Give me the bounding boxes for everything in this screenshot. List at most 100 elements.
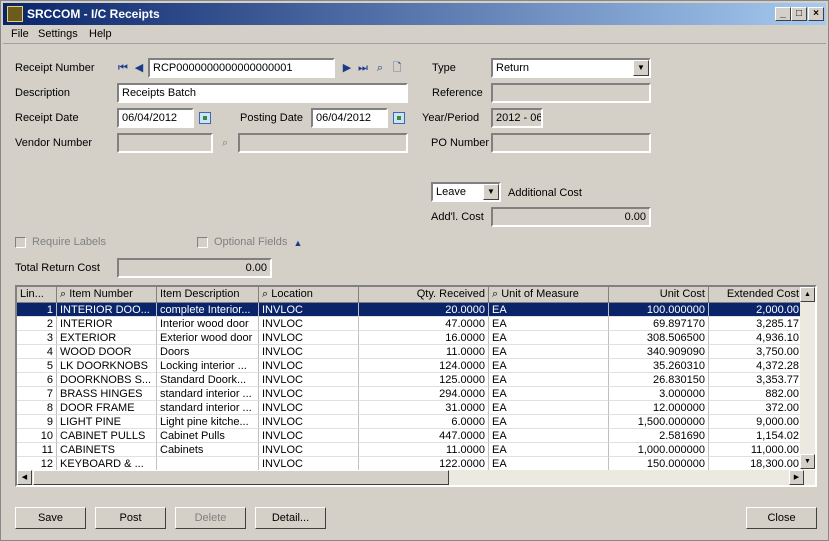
table-cell[interactable]: 125.0000 — [359, 373, 489, 387]
expand-up-icon[interactable]: ▲ — [291, 236, 305, 250]
table-cell[interactable]: 6 — [17, 373, 57, 387]
minimize-button[interactable]: _ — [775, 7, 791, 21]
delete-button[interactable]: Delete — [175, 507, 246, 529]
table-row[interactable]: 1 INTERIOR DOO... complete Interior... INVL… — [17, 303, 803, 317]
table-cell[interactable]: complete Interior... — [157, 303, 259, 317]
table-cell[interactable]: 308.506500 — [609, 331, 709, 345]
table-cell[interactable]: EA — [489, 359, 609, 373]
receipt-date-field[interactable]: 06/04/2012 — [117, 108, 194, 128]
table-cell[interactable]: standard interior ... — [157, 387, 259, 401]
optional-fields-checkbox[interactable] — [197, 237, 208, 248]
table-cell[interactable]: EA — [489, 345, 609, 359]
table-cell[interactable]: INVLOC — [259, 429, 359, 443]
detail-button[interactable]: Detail... — [255, 507, 326, 529]
table-cell[interactable]: 1,500.000000 — [609, 415, 709, 429]
table-cell[interactable]: INVLOC — [259, 401, 359, 415]
save-button[interactable]: Save — [15, 507, 86, 529]
table-cell[interactable]: 2.581690 — [609, 429, 709, 443]
close-window-button[interactable]: × — [808, 7, 824, 21]
calendar-icon[interactable] — [393, 112, 405, 124]
table-cell[interactable] — [157, 457, 259, 471]
table-row[interactable]: 2 INTERIOR Interior wood door INVLOC 47.0000… — [17, 317, 803, 331]
table-cell[interactable]: 9 — [17, 415, 57, 429]
table-cell[interactable]: EA — [489, 331, 609, 345]
description-field[interactable]: Receipts Batch — [117, 83, 408, 103]
table-cell[interactable]: 372.00 — [709, 401, 803, 415]
next-record-icon[interactable]: ▶ — [340, 61, 354, 75]
table-row[interactable]: 4 WOOD DOOR Doors INVLOC 11.0000 EA 340.909090… — [17, 345, 803, 359]
table-cell[interactable]: KEYBOARD & ... — [57, 457, 157, 471]
scroll-down-icon[interactable]: ▼ — [800, 454, 815, 469]
table-cell[interactable]: INVLOC — [259, 345, 359, 359]
table-cell[interactable]: BRASS HINGES — [57, 387, 157, 401]
table-cell[interactable]: 12.000000 — [609, 401, 709, 415]
table-row[interactable]: 7 BRASS HINGES standard interior ... INVLOC… — [17, 387, 803, 401]
table-cell[interactable]: 47.0000 — [359, 317, 489, 331]
horizontal-scrollbar[interactable]: ◀ ▶ — [17, 470, 815, 485]
table-cell[interactable]: 124.0000 — [359, 359, 489, 373]
scroll-right-icon[interactable]: ▶ — [789, 470, 804, 485]
receipt-detail-grid[interactable]: Lin... ⌕ Item Number Item Description ⌕ … — [15, 285, 817, 487]
table-cell[interactable]: EA — [489, 415, 609, 429]
table-cell[interactable]: INTERIOR DOO... — [57, 303, 157, 317]
table-cell[interactable]: 69.897170 — [609, 317, 709, 331]
table-cell[interactable]: 882.00 — [709, 387, 803, 401]
table-cell[interactable]: 1,000.000000 — [609, 443, 709, 457]
table-row[interactable]: 5 LK DOORKNOBS Locking interior ... INVLOC 1… — [17, 359, 803, 373]
table-row[interactable]: 3 EXTERIOR Exterior wood door INVLOC 16.0000… — [17, 331, 803, 345]
table-cell[interactable]: 5 — [17, 359, 57, 373]
last-record-icon[interactable]: ⏭ — [356, 61, 370, 75]
table-cell[interactable]: 10 — [17, 429, 57, 443]
column-header-item-number[interactable]: ⌕ Item Number — [57, 287, 157, 303]
reference-field[interactable] — [491, 83, 651, 103]
receipt-number-field[interactable]: RCP0000000000000000001 — [148, 58, 335, 78]
table-cell[interactable]: 100.000000 — [609, 303, 709, 317]
table-cell[interactable]: EA — [489, 457, 609, 471]
maximize-button[interactable]: □ — [791, 7, 807, 21]
finder-search-icon[interactable]: ⌕ — [373, 61, 387, 75]
additional-cost-select[interactable]: Leave ▼ — [431, 182, 501, 202]
posting-date-field[interactable]: 06/04/2012 — [311, 108, 388, 128]
table-cell[interactable]: standard interior ... — [157, 401, 259, 415]
menu-settings[interactable]: Settings — [38, 28, 78, 40]
table-cell[interactable]: INVLOC — [259, 359, 359, 373]
table-cell[interactable]: DOOR FRAME — [57, 401, 157, 415]
calendar-icon[interactable] — [199, 112, 211, 124]
table-cell[interactable]: 12 — [17, 457, 57, 471]
column-header[interactable]: Extended Cost — [709, 287, 803, 303]
table-cell[interactable]: 6.0000 — [359, 415, 489, 429]
menu-file[interactable]: File — [11, 28, 29, 40]
post-button[interactable]: Post — [95, 507, 166, 529]
table-cell[interactable]: 3 — [17, 331, 57, 345]
table-cell[interactable]: INVLOC — [259, 373, 359, 387]
column-header[interactable]: Unit Cost — [609, 287, 709, 303]
vertical-scrollbar[interactable]: ▲ ▼ — [800, 287, 815, 469]
column-header-location[interactable]: ⌕ Location — [259, 287, 359, 303]
table-cell[interactable]: 4 — [17, 345, 57, 359]
table-cell[interactable]: EA — [489, 443, 609, 457]
table-cell[interactable]: LK DOORKNOBS — [57, 359, 157, 373]
type-select[interactable]: Return ▼ — [491, 58, 651, 78]
new-document-icon[interactable]: 🗋 — [390, 61, 404, 75]
table-cell[interactable]: 122.0000 — [359, 457, 489, 471]
table-cell[interactable]: CABINETS — [57, 443, 157, 457]
table-cell[interactable]: LIGHT PINE — [57, 415, 157, 429]
table-cell[interactable]: 9,000.00 — [709, 415, 803, 429]
table-cell[interactable]: 3,750.00 — [709, 345, 803, 359]
table-row[interactable]: 10 CABINET PULLS Cabinet Pulls INVLOC 447.00… — [17, 429, 803, 443]
table-cell[interactable]: Exterior wood door — [157, 331, 259, 345]
table-cell[interactable]: EA — [489, 429, 609, 443]
scroll-left-icon[interactable]: ◀ — [17, 470, 32, 485]
table-cell[interactable]: 3,285.17 — [709, 317, 803, 331]
po-number-field[interactable] — [491, 133, 651, 153]
table-cell[interactable]: INVLOC — [259, 303, 359, 317]
table-cell[interactable]: 447.0000 — [359, 429, 489, 443]
table-cell[interactable]: Cabinet Pulls — [157, 429, 259, 443]
previous-record-icon[interactable]: ◀ — [132, 61, 146, 75]
table-cell[interactable]: EXTERIOR — [57, 331, 157, 345]
column-header[interactable]: Item Description — [157, 287, 259, 303]
table-row[interactable]: 12 KEYBOARD & ... INVLOC 122.0000 EA 150.0000… — [17, 457, 803, 471]
table-cell[interactable]: 35.260310 — [609, 359, 709, 373]
table-cell[interactable]: 150.000000 — [609, 457, 709, 471]
table-cell[interactable]: Cabinets — [157, 443, 259, 457]
